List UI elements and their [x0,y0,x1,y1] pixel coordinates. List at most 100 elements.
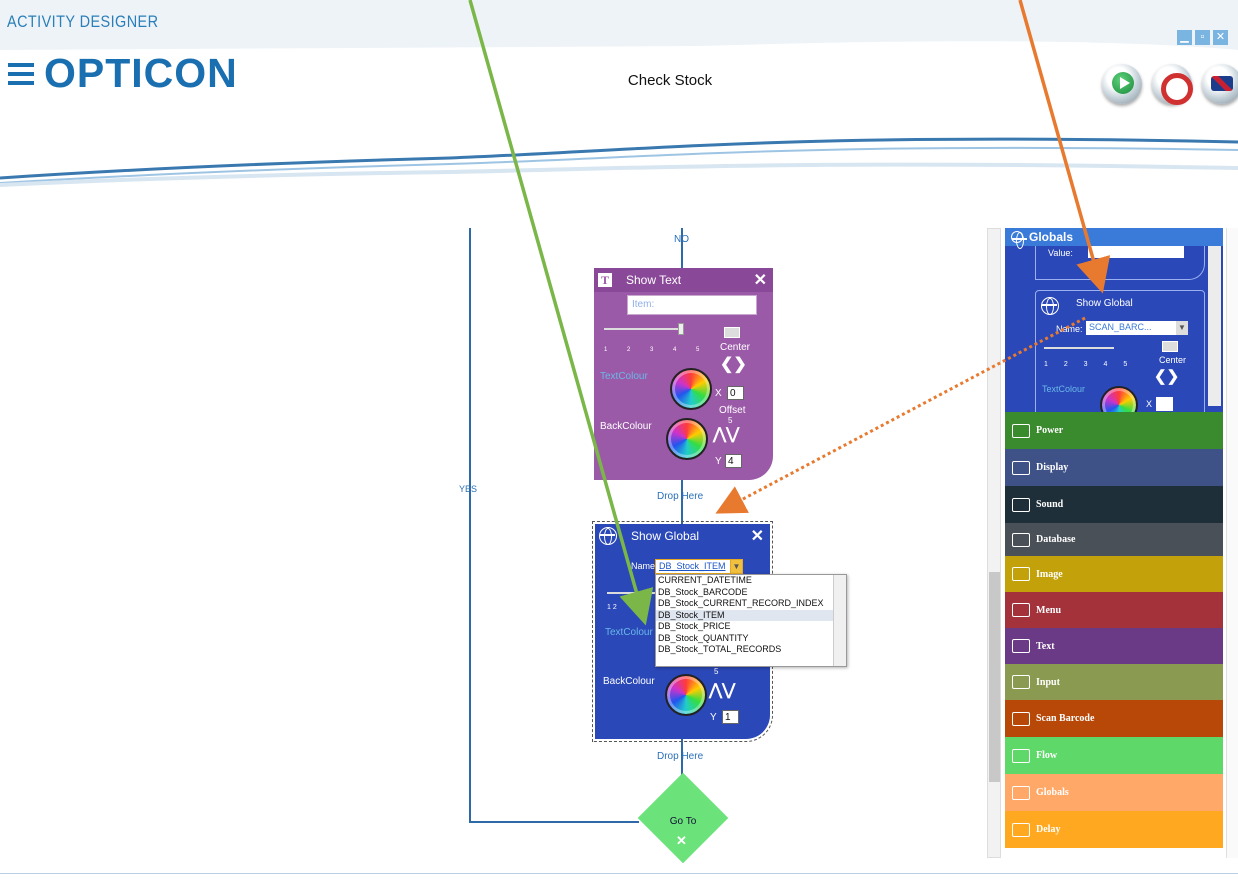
global-name-dropdown-list[interactable]: CURRENT_DATETIME DB_Stock_BARCODE DB_Sto… [655,574,847,667]
template-slider[interactable] [1044,347,1114,349]
image-icon [1012,567,1030,581]
opticon-logo[interactable]: OPTICON [8,50,238,97]
toolbox-category-image[interactable]: Image [1005,556,1223,592]
dropdown-option[interactable]: DB_Stock_QUANTITY [656,633,846,645]
value-input[interactable] [1088,246,1184,258]
chevron-down-icon[interactable]: ▼ [1176,321,1188,335]
toolbox-category-label: Flow [1036,750,1058,761]
back-colour-picker[interactable] [665,674,707,716]
y-offset-input[interactable]: 1 [722,710,739,724]
yes-branch-line [469,228,471,822]
display-icon [1012,460,1030,475]
power-icon [1012,423,1030,438]
toolbox-category-sound[interactable]: Sound [1005,486,1223,523]
dropdown-option[interactable]: DB_Stock_BARCODE [656,587,846,599]
x-label: X [715,388,722,399]
template-name-label: Name: [1056,324,1083,334]
slider-ticks: 1 2 [607,604,617,611]
show-text-node[interactable]: T Show Text ✕ Item: 1 2 3 4 5 Center ❮❯ … [594,268,773,480]
show-global-header[interactable]: Show Global [595,524,770,548]
left-right-arrows-icon[interactable]: ❮❯ [720,354,747,374]
toolbox-category-flow[interactable]: Flow [1005,737,1223,774]
slider-thumb[interactable] [678,323,684,335]
up-down-arrows-icon[interactable]: ⋀⋁ [709,680,735,700]
toolbox-scroll-thumb[interactable] [989,572,1000,782]
left-right-arrows-icon: ❮❯ [1154,368,1180,385]
globals-panel[interactable]: Globals Value: Show Global Name: SCAN_BA… [1005,228,1223,412]
center-toggle[interactable] [1162,341,1178,352]
toolbox-category-input[interactable]: Input [1005,664,1223,700]
drop-zone-1[interactable]: Drop Here [657,491,703,502]
template-name-field[interactable]: SCAN_BARC... [1086,321,1176,335]
globe-icon [1011,231,1027,249]
toolbox-category-delay[interactable]: Delay [1005,811,1223,848]
value-label: Value: [1048,248,1073,258]
toolbox-category-display[interactable]: Display [1005,449,1223,486]
toolbox-category-scan-barcode[interactable]: Scan Barcode [1005,700,1223,737]
app-title: ACTIVITY DESIGNER [7,12,159,31]
menu-icon [1012,603,1030,617]
dropdown-option-selected[interactable]: DB_Stock_ITEM [656,609,846,621]
close-icon[interactable]: ✕ [754,270,767,290]
toolbox-category-power[interactable]: Power [1005,412,1223,449]
help-lifebuoy-button[interactable] [1152,64,1193,105]
show-text-header[interactable]: T Show Text [594,268,773,292]
dropdown-option[interactable]: DB_Stock_CURRENT_RECORD_INDEX [656,598,846,610]
globals-header-label: Globals [1029,230,1074,244]
minimize-button[interactable]: ▁ [1177,30,1192,45]
set-global-block[interactable]: Value: [1035,246,1205,280]
size-slider[interactable] [604,328,684,330]
toolbox-category-label: Image [1036,568,1063,580]
globals-panel-header[interactable]: Globals [1005,228,1223,249]
x-offset-input[interactable]: 0 [727,386,744,400]
menu-icon[interactable] [8,62,34,85]
template-x-input [1156,397,1173,411]
drop-zone-2[interactable]: Drop Here [657,751,703,762]
item-input[interactable]: Item: [627,295,757,315]
canvas-scrollbar[interactable] [1226,228,1238,858]
close-window-button[interactable]: ✕ [1213,30,1228,45]
name-label: Name: [631,561,658,571]
center-label: Center [720,342,751,353]
toolbox-category-label: Globals [1036,787,1069,798]
language-flag-button[interactable] [1202,64,1238,104]
dropdown-option[interactable]: DB_Stock_PRICE [656,621,846,633]
restore-button[interactable]: ▫ [1195,30,1210,45]
run-button[interactable] [1102,64,1142,104]
window-controls: ▁ ▫ ✕ [1177,30,1228,45]
y-offset-input[interactable]: 4 [725,454,742,468]
toolbox-category-globals[interactable]: Globals [1005,774,1223,811]
text-colour-label: TextColour [600,371,648,382]
close-icon[interactable]: ✕ [751,526,764,546]
show-text-title: Show Text [626,273,682,287]
center-toggle[interactable] [724,327,740,338]
text-colour-label: TextColour [605,627,653,638]
template-center-label: Center [1159,355,1187,365]
goto-close-icon[interactable]: ✕ [676,833,687,849]
show-global-title: Show Global [631,529,700,543]
dropdown-option[interactable]: DB_Stock_TOTAL_RECORDS [656,644,846,656]
y-label: Y [715,456,722,467]
toolbox-category-text[interactable]: Text [1005,628,1223,664]
toolbox-category-label: Scan Barcode [1036,713,1095,724]
dropdown-option[interactable]: CURRENT_DATETIME [656,575,846,587]
dropdown-scrollbar[interactable] [833,575,846,666]
back-colour-picker[interactable] [666,418,708,460]
offset-value: 5 [714,667,719,676]
text-colour-picker[interactable] [670,368,712,410]
globals-panel-scrollbar[interactable] [1208,246,1221,406]
toolbox-category-label: Sound [1036,499,1064,510]
up-down-arrows-icon[interactable]: ⋀⋁ [713,424,739,444]
show-global-template[interactable]: Show Global Name: SCAN_BARC... ▼ 1 2 3 4… [1035,290,1205,412]
toolbox-category-database[interactable]: Database [1005,523,1223,556]
input-icon [1012,675,1030,689]
toolbox-category-label: Delay [1036,824,1061,835]
back-colour-label: BackColour [600,421,652,432]
chevron-down-icon[interactable]: ▼ [730,559,743,574]
toolbox-category-menu[interactable]: Menu [1005,592,1223,628]
template-colour-picker [1100,386,1138,412]
toolbox-category-label: Input [1036,676,1060,688]
delay-icon [1012,822,1030,837]
text-icon: T [598,273,612,287]
bottom-divider [0,873,1238,874]
